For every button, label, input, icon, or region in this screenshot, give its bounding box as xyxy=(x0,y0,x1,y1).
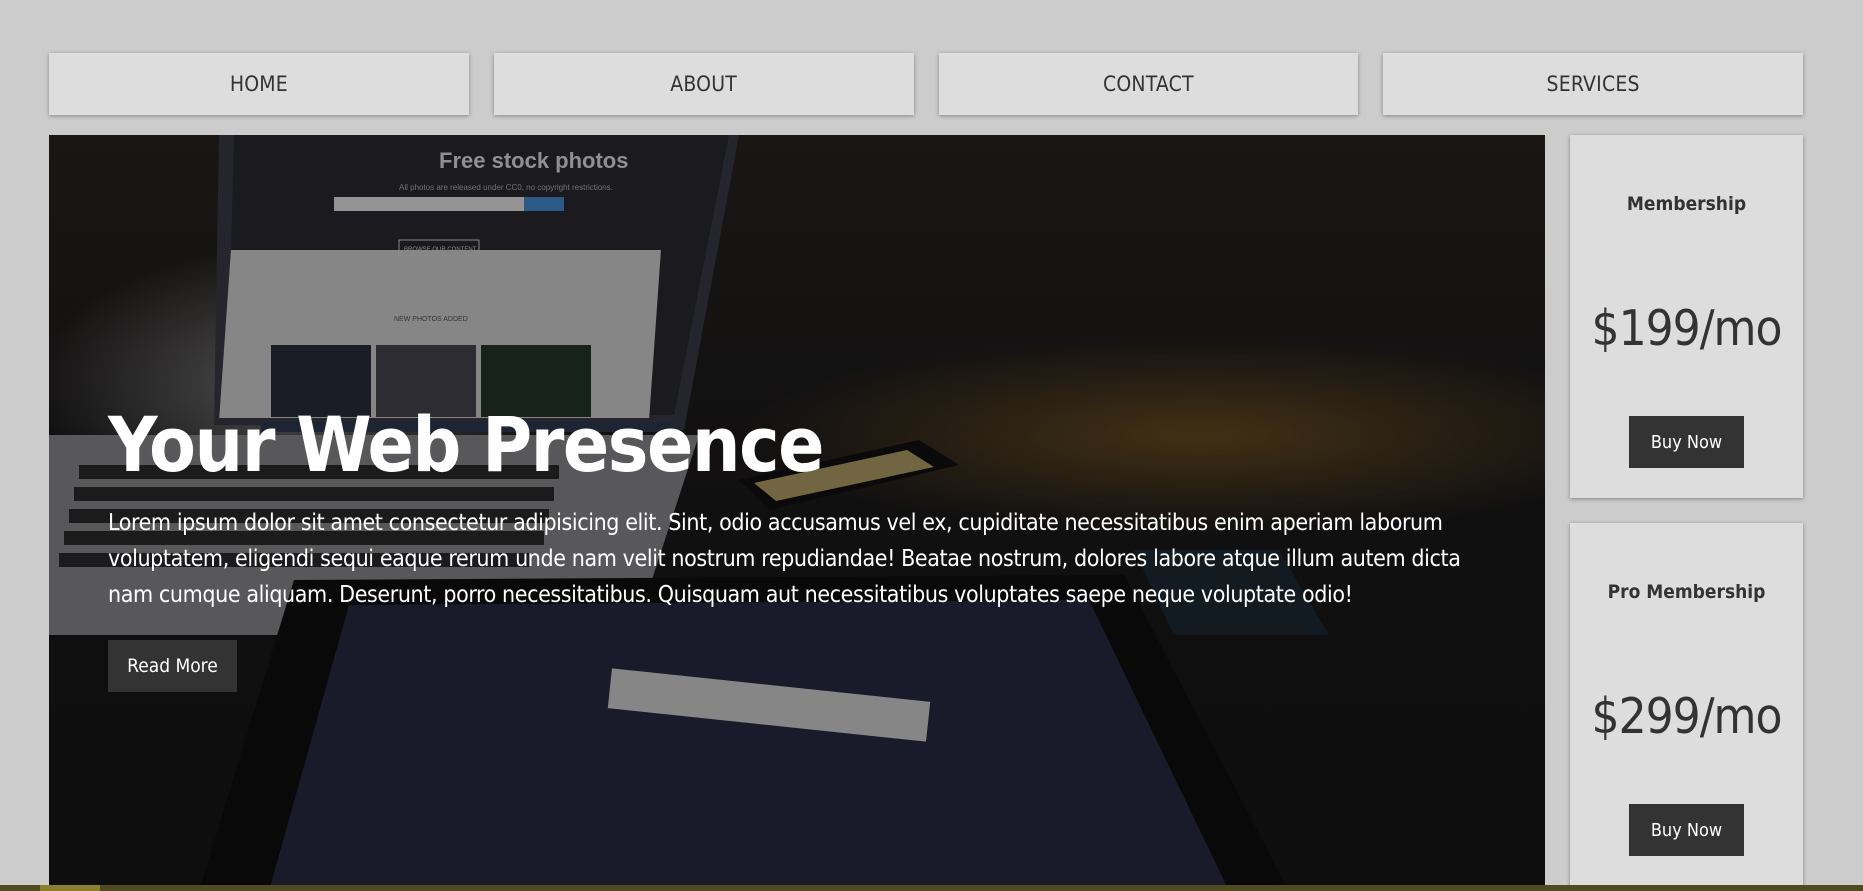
hero-title: Your Web Presence xyxy=(108,400,824,489)
plan-price: $199/mo xyxy=(1591,300,1783,357)
nav-contact[interactable]: CONTACT xyxy=(938,53,1359,115)
plan-name: Pro Membership xyxy=(1607,581,1766,603)
pro-membership-card: Pro Membership $299/mo Buy Now xyxy=(1570,523,1803,891)
bottom-strip xyxy=(0,885,1863,891)
buy-now-button[interactable]: Buy Now xyxy=(1629,804,1744,856)
nav-services[interactable]: SERVICES xyxy=(1383,53,1803,115)
hero-showcase: Free stock photos All photos are release… xyxy=(49,135,1545,891)
plan-price: $299/mo xyxy=(1591,688,1783,745)
nav-about[interactable]: ABOUT xyxy=(493,53,914,115)
buy-now-button[interactable]: Buy Now xyxy=(1629,416,1744,468)
read-more-button[interactable]: Read More xyxy=(108,640,237,692)
plan-name: Membership xyxy=(1626,193,1747,215)
membership-card: Membership $199/mo Buy Now xyxy=(1570,135,1803,498)
hero-description: Lorem ipsum dolor sit amet consectetur a… xyxy=(108,510,1461,608)
nav-home[interactable]: HOME xyxy=(49,53,469,115)
main-nav: HOME ABOUT CONTACT SERVICES xyxy=(49,53,1803,115)
bottom-strip-accent xyxy=(40,885,100,891)
